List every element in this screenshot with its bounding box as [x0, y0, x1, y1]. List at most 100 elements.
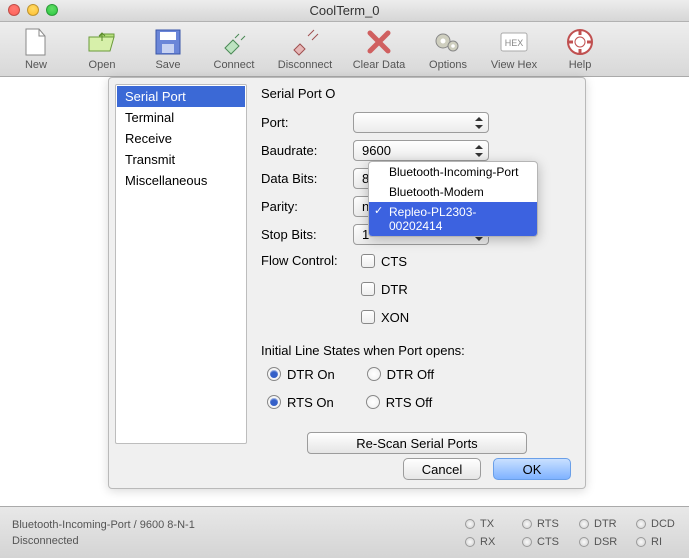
baudrate-value: 9600 [362, 143, 391, 158]
ok-button[interactable]: OK [493, 458, 571, 480]
dialog-footer: Cancel OK [109, 458, 585, 480]
checkbox-icon [361, 310, 375, 324]
toolbar-label: Clear Data [353, 59, 406, 71]
toolbar-label: Connect [214, 59, 255, 71]
toolbar: New Open Save Connect Disconnect Clear D… [0, 22, 689, 77]
category-item-serial-port[interactable]: Serial Port [117, 86, 245, 107]
fc-dtr-label: DTR [381, 282, 408, 297]
toolbar-label: Disconnect [278, 59, 332, 71]
rts-off-label: RTS Off [386, 395, 432, 410]
toolbar-label: Save [155, 59, 180, 71]
initial-states-label: Initial Line States when Port opens: [261, 343, 573, 358]
parity-label: Parity: [261, 199, 353, 214]
titlebar: CoolTerm_0 [0, 0, 689, 22]
status-connection-line: Disconnected [12, 533, 195, 549]
led-dot-icon [579, 537, 589, 547]
dtr-off-radio[interactable]: DTR Off [367, 362, 434, 386]
toolbar-help[interactable]: Help [552, 26, 608, 71]
led-cts: CTS [522, 536, 563, 548]
toolbar-label: View Hex [491, 59, 537, 71]
minimize-window-button[interactable] [27, 4, 39, 16]
led-dot-icon [636, 537, 646, 547]
toolbar-clear-data[interactable]: Clear Data [348, 26, 410, 71]
dtr-off-label: DTR Off [387, 367, 434, 382]
toolbar-options[interactable]: Options [420, 26, 476, 71]
cancel-button[interactable]: Cancel [403, 458, 481, 480]
status-leds: TX RX RTS CTS DTR DSR DCD RI [465, 518, 677, 548]
status-text: Bluetooth-Incoming-Port / 9600 8-N-1 Dis… [12, 517, 195, 549]
save-floppy-icon [152, 26, 184, 58]
rts-off-radio[interactable]: RTS Off [366, 390, 432, 414]
port-select[interactable] [353, 112, 489, 133]
rescan-ports-button[interactable]: Re-Scan Serial Ports [307, 432, 527, 454]
clear-x-icon [363, 26, 395, 58]
window-controls [8, 4, 58, 16]
databits-label: Data Bits: [261, 171, 353, 186]
options-category-list[interactable]: Serial Port Terminal Receive Transmit Mi… [115, 84, 247, 444]
category-item-receive[interactable]: Receive [117, 128, 245, 149]
led-dot-icon [465, 537, 475, 547]
toolbar-open[interactable]: Open [74, 26, 130, 71]
led-rx: RX [465, 536, 506, 548]
window-title: CoolTerm_0 [309, 3, 379, 18]
rts-on-radio[interactable]: RTS On [267, 390, 334, 414]
led-dot-icon [522, 537, 532, 547]
zoom-window-button[interactable] [46, 4, 58, 16]
led-dot-icon [522, 519, 532, 529]
category-item-miscellaneous[interactable]: Miscellaneous [117, 170, 245, 191]
fc-cts-label: CTS [381, 254, 407, 269]
toolbar-new[interactable]: New [8, 26, 64, 71]
content-area: Serial Port Terminal Receive Transmit Mi… [0, 77, 689, 506]
toolbar-label: Open [89, 59, 116, 71]
checkbox-icon [361, 282, 375, 296]
radio-icon [267, 367, 281, 381]
led-dot-icon [465, 519, 475, 529]
status-port-line: Bluetooth-Incoming-Port / 9600 8-N-1 [12, 517, 195, 533]
fc-xon-label: XON [381, 310, 409, 325]
radio-icon [367, 367, 381, 381]
led-dcd: DCD [636, 518, 677, 530]
close-window-button[interactable] [8, 4, 20, 16]
radio-icon [366, 395, 380, 409]
baudrate-select[interactable]: 9600 [353, 140, 489, 161]
connect-plug-icon [218, 26, 250, 58]
port-label: Port: [261, 115, 353, 130]
led-dot-icon [636, 519, 646, 529]
disconnect-plug-icon [289, 26, 321, 58]
toolbar-connect[interactable]: Connect [206, 26, 262, 71]
led-tx: TX [465, 518, 506, 530]
checkbox-icon [361, 254, 375, 268]
flowcontrol-cts[interactable]: CTS [361, 249, 409, 273]
serial-port-panel: Serial Port O Port: Baudrate: 9600 Data … [255, 84, 579, 444]
options-dialog: Serial Port Terminal Receive Transmit Mi… [108, 77, 586, 489]
section-title: Serial Port O [261, 86, 573, 101]
led-rts: RTS [522, 518, 563, 530]
hex-icon: HEX [498, 26, 530, 58]
led-ri: RI [636, 536, 677, 548]
toolbar-label: Options [429, 59, 467, 71]
rts-on-label: RTS On [287, 395, 334, 410]
flowcontrol-dtr[interactable]: DTR [361, 277, 409, 301]
flowcontrol-label: Flow Control: [261, 249, 353, 268]
toolbar-disconnect[interactable]: Disconnect [272, 26, 338, 71]
port-option[interactable]: Bluetooth-Incoming-Port [369, 162, 537, 182]
flowcontrol-xon[interactable]: XON [361, 305, 409, 329]
port-dropdown-menu[interactable]: Bluetooth-Incoming-Port Bluetooth-Modem … [368, 161, 538, 237]
open-folder-icon [86, 26, 118, 58]
new-file-icon [20, 26, 52, 58]
led-dsr: DSR [579, 536, 620, 548]
toolbar-view-hex[interactable]: HEX View Hex [486, 26, 542, 71]
dtr-on-radio[interactable]: DTR On [267, 362, 335, 386]
baudrate-label: Baudrate: [261, 143, 353, 158]
toolbar-save[interactable]: Save [140, 26, 196, 71]
toolbar-label: New [25, 59, 47, 71]
lifebuoy-icon [564, 26, 596, 58]
category-item-terminal[interactable]: Terminal [117, 107, 245, 128]
port-option[interactable]: Bluetooth-Modem [369, 182, 537, 202]
dtr-on-label: DTR On [287, 367, 335, 382]
port-option-selected[interactable]: Repleo-PL2303-00202414 [369, 202, 537, 236]
svg-text:HEX: HEX [505, 38, 524, 48]
category-item-transmit[interactable]: Transmit [117, 149, 245, 170]
led-dot-icon [579, 519, 589, 529]
stopbits-label: Stop Bits: [261, 227, 353, 242]
